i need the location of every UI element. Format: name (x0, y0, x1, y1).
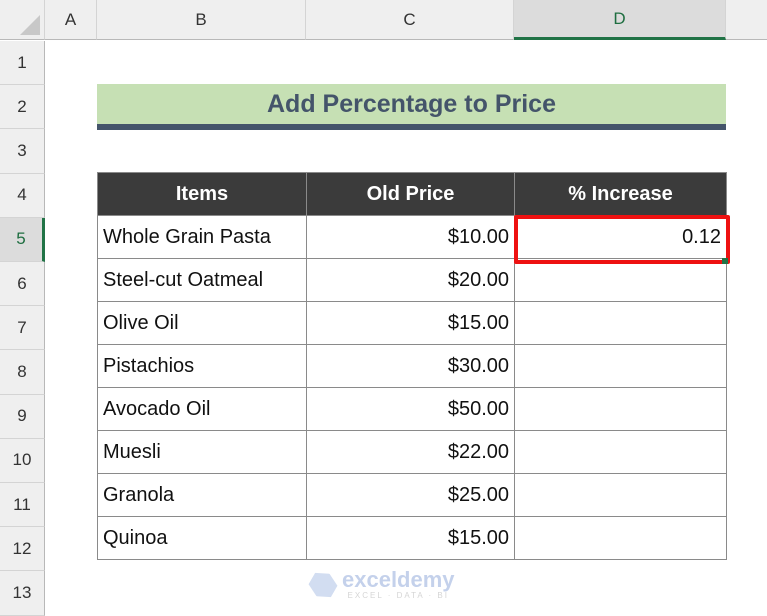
table-row: Pistachios $30.00 (97, 344, 727, 388)
cell-old-price[interactable]: $22.00 (306, 430, 515, 474)
select-all-corner[interactable] (0, 0, 45, 40)
cell-increase[interactable] (514, 473, 727, 517)
cell-old-price[interactable]: $30.00 (306, 344, 515, 388)
row-header-9[interactable]: 9 (0, 394, 45, 439)
cell-item[interactable]: Avocado Oil (97, 387, 307, 431)
cell-item[interactable]: Whole Grain Pasta (97, 215, 307, 259)
row-header-10[interactable]: 10 (0, 438, 45, 483)
watermark-tagline: EXCEL · DATA · BI (347, 591, 449, 600)
cell-increase[interactable] (514, 430, 727, 474)
cell-increase[interactable] (514, 258, 727, 302)
column-header-d[interactable]: D (514, 0, 726, 40)
watermark-brand: exceldemy (342, 567, 455, 592)
cell-old-price[interactable]: $25.00 (306, 473, 515, 517)
cell-increase-active[interactable]: 0.12 (514, 215, 727, 259)
cell-item[interactable]: Pistachios (97, 344, 307, 388)
exceldemy-logo-icon (305, 567, 341, 603)
table-row: Whole Grain Pasta $10.00 0.12 (97, 215, 727, 259)
select-all-triangle-icon (20, 15, 40, 35)
cell-item[interactable]: Granola (97, 473, 307, 517)
header-old-price[interactable]: Old Price (306, 172, 515, 216)
row-header-6[interactable]: 6 (0, 262, 45, 307)
cell-increase[interactable] (514, 301, 727, 345)
cell-increase[interactable] (514, 344, 727, 388)
table-row: Muesli $22.00 (97, 430, 727, 474)
cell-old-price[interactable]: $20.00 (306, 258, 515, 302)
cell-old-price[interactable]: $15.00 (306, 301, 515, 345)
row-header-11[interactable]: 11 (0, 483, 45, 528)
row-header-1[interactable]: 1 (0, 41, 45, 86)
column-header-b[interactable]: B (97, 0, 306, 40)
header-items[interactable]: Items (97, 172, 307, 216)
price-table: Items Old Price % Increase Whole Grain P… (97, 172, 727, 560)
row-header-5[interactable]: 5 (0, 217, 45, 262)
watermark: exceldemy EXCEL · DATA · BI (310, 569, 455, 600)
cell-increase[interactable] (514, 516, 727, 560)
column-header-c[interactable]: C (306, 0, 514, 40)
cell-item[interactable]: Steel-cut Oatmeal (97, 258, 307, 302)
row-header-12[interactable]: 12 (0, 527, 45, 572)
title-underline (97, 124, 726, 130)
cell-item[interactable]: Olive Oil (97, 301, 307, 345)
row-header-8[interactable]: 8 (0, 350, 45, 395)
cell-old-price[interactable]: $15.00 (306, 516, 515, 560)
table-row: Olive Oil $15.00 (97, 301, 727, 345)
table-row: Avocado Oil $50.00 (97, 387, 727, 431)
row-header-13[interactable]: 13 (0, 571, 45, 616)
cell-item[interactable]: Muesli (97, 430, 307, 474)
table-row: Granola $25.00 (97, 473, 727, 517)
header-increase[interactable]: % Increase (514, 172, 727, 216)
fill-handle[interactable] (722, 258, 728, 264)
row-header-4[interactable]: 4 (0, 173, 45, 218)
page-title: Add Percentage to Price (97, 84, 726, 124)
table-row: Quinoa $15.00 (97, 516, 727, 560)
column-header-e[interactable] (726, 0, 767, 40)
cell-item[interactable]: Quinoa (97, 516, 307, 560)
cell-old-price[interactable]: $50.00 (306, 387, 515, 431)
cell-old-price[interactable]: $10.00 (306, 215, 515, 259)
table-row: Steel-cut Oatmeal $20.00 (97, 258, 727, 302)
row-header-7[interactable]: 7 (0, 306, 45, 351)
table-header-row: Items Old Price % Increase (97, 172, 727, 216)
column-header-a[interactable]: A (45, 0, 97, 40)
row-header-2[interactable]: 2 (0, 85, 45, 130)
row-header-3[interactable]: 3 (0, 129, 45, 174)
cell-increase[interactable] (514, 387, 727, 431)
